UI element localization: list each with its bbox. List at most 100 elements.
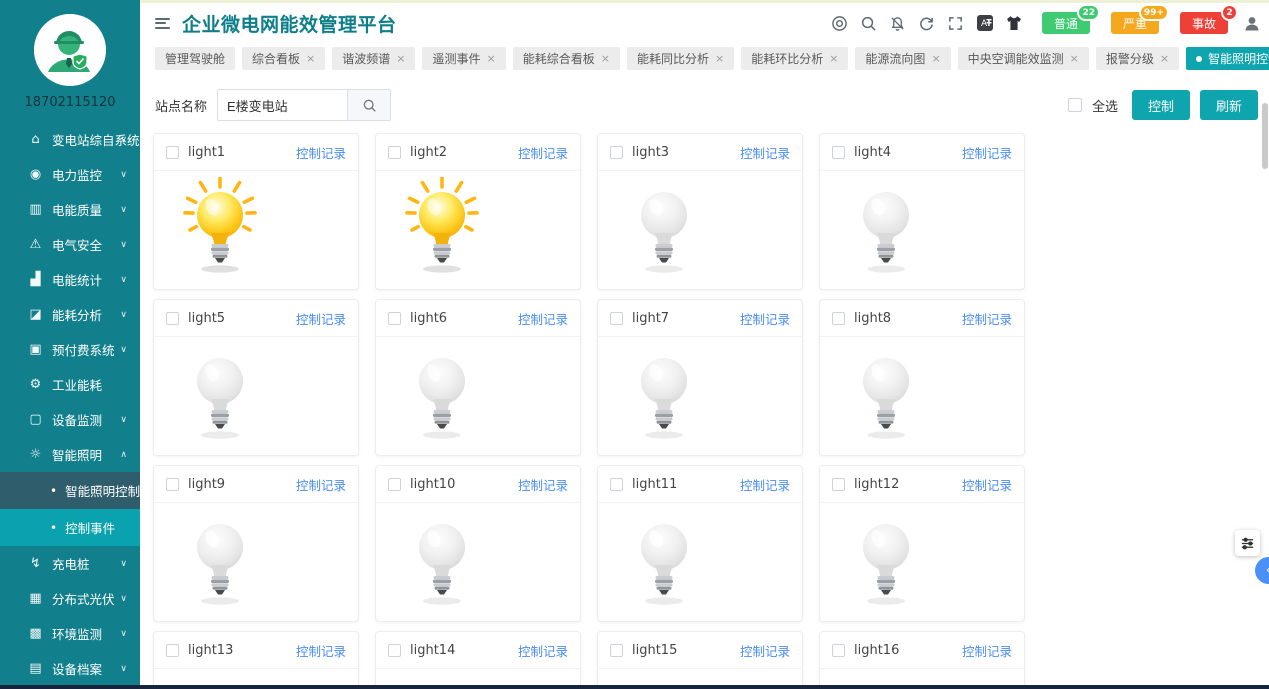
tab-综合看板[interactable]: 综合看板 × xyxy=(242,47,326,70)
sidebar-item-power-statistics[interactable]: ▟ 电能统计 ∨ xyxy=(0,262,140,297)
sidebar-item-industrial-energy[interactable]: ⚙ 工业能耗 xyxy=(0,367,140,402)
translate-icon[interactable]: A xyxy=(976,14,994,32)
select-all-checkbox[interactable] xyxy=(1067,98,1082,112)
light-card-header: light9 控制记录 xyxy=(154,466,358,503)
sidebar-item-electrical-safety[interactable]: ⚠ 电气安全 ∨ xyxy=(0,227,140,262)
control-record-link[interactable]: 控制记录 xyxy=(962,641,1012,660)
menu-collapse-icon[interactable] xyxy=(155,17,170,29)
sidebar-item-substation-system[interactable]: ⌂ 变电站综自系统 ∨ xyxy=(0,122,140,157)
light-checkbox[interactable] xyxy=(832,145,845,159)
tab-close-icon[interactable]: × xyxy=(1160,52,1169,65)
tab-谐波频谱[interactable]: 谐波频谱 × xyxy=(332,47,416,70)
control-record-link[interactable]: 控制记录 xyxy=(518,641,568,660)
control-record-link[interactable]: 控制记录 xyxy=(740,309,790,328)
tab-能源流向图[interactable]: 能源流向图 × xyxy=(855,47,951,70)
sidebar-item-energy-analysis[interactable]: ◪ 能耗分析 ∨ xyxy=(0,297,140,332)
light-checkbox[interactable] xyxy=(388,311,401,325)
sidebar-item-environment-monitor[interactable]: ▩ 环境监测 ∨ xyxy=(0,616,140,651)
light-card-header: light10 控制记录 xyxy=(376,466,580,503)
refresh-button[interactable]: 刷新 xyxy=(1199,90,1258,120)
control-record-link[interactable]: 控制记录 xyxy=(296,475,346,494)
light-checkbox[interactable] xyxy=(610,477,623,491)
sidebar-subitem-control-events[interactable]: • 控制事件 xyxy=(0,509,140,546)
search-icon[interactable] xyxy=(860,14,878,32)
chevron-down-icon: ∨ xyxy=(120,558,127,569)
light-checkbox[interactable] xyxy=(610,643,623,657)
tab-遥测事件[interactable]: 遥测事件 × xyxy=(422,47,506,70)
sidebar-item-smart-lighting[interactable]: ☼ 智能照明 ∧ xyxy=(0,437,140,472)
app-window: 18702115120 ⌂ 变电站综自系统 ∨ ◉ 电力监控 ∨ ▥ 电能质量 ∨ ⚠ 电气安全 ∨ ▟… xyxy=(0,0,1269,689)
site-search-button[interactable] xyxy=(347,89,392,121)
tab-能耗综合看板[interactable]: 能耗综合看板 × xyxy=(512,47,620,70)
user-profile-icon[interactable] xyxy=(1243,14,1261,32)
tab-能耗环比分析[interactable]: 能耗环比分析 × xyxy=(741,47,849,70)
tab-close-icon[interactable]: × xyxy=(715,52,724,65)
tab-close-icon[interactable]: × xyxy=(306,52,315,65)
sidebar-item-prepaid-system[interactable]: ▣ 预付费系统 ∨ xyxy=(0,332,140,367)
at-icon[interactable] xyxy=(831,14,849,32)
control-record-link[interactable]: 控制记录 xyxy=(296,641,346,660)
sidebar-item-device-monitor[interactable]: ▢ 设备监测 ∨ xyxy=(0,402,140,437)
light-checkbox[interactable] xyxy=(388,477,401,491)
select-all-label: 全选 xyxy=(1091,99,1118,115)
control-record-link[interactable]: 控制记录 xyxy=(962,475,1012,494)
refresh-icon[interactable] xyxy=(918,14,936,32)
control-record-link[interactable]: 控制记录 xyxy=(518,475,568,494)
tab-管理驾驶舱[interactable]: 管理驾驶舱 xyxy=(155,47,236,70)
light-checkbox[interactable] xyxy=(388,643,401,657)
tab-close-icon[interactable]: × xyxy=(931,52,940,65)
control-record-link[interactable]: 控制记录 xyxy=(740,475,790,494)
tab-报警分级[interactable]: 报警分级 × xyxy=(1095,47,1180,70)
filter-settings-widget[interactable] xyxy=(1235,530,1260,556)
light-checkbox[interactable] xyxy=(832,311,845,325)
control-record-link[interactable]: 控制记录 xyxy=(296,143,346,162)
tab-智能照明控制[interactable]: 智能照明控制× xyxy=(1186,47,1269,70)
control-record-link[interactable]: 控制记录 xyxy=(296,309,346,328)
alarm-level-serious-button[interactable]: 严重 99+ xyxy=(1110,4,1169,34)
chevron-up-icon: ∧ xyxy=(120,449,127,460)
tab-close-icon[interactable]: × xyxy=(487,52,496,65)
tab-close-icon[interactable]: × xyxy=(829,52,838,65)
control-button[interactable]: 控制 xyxy=(1131,90,1190,120)
light-checkbox[interactable] xyxy=(166,643,179,657)
alarm-level-normal-button[interactable]: 普通 22 xyxy=(1041,4,1100,34)
theme-shirt-icon[interactable] xyxy=(1005,14,1023,32)
tab-close-icon[interactable]: × xyxy=(396,52,405,65)
app-title: 企业微电网能效管理平台 xyxy=(182,13,397,36)
bulb-off-image xyxy=(598,171,802,289)
sidebar-item-power-monitor[interactable]: ◉ 电力监控 ∨ xyxy=(0,157,140,192)
chevron-down-icon: ∨ xyxy=(120,593,127,604)
light-checkbox[interactable] xyxy=(388,145,401,159)
control-record-link[interactable]: 控制记录 xyxy=(740,143,790,162)
env-icon: ▩ xyxy=(29,626,42,641)
vertical-scrollbar-thumb[interactable] xyxy=(1262,103,1268,169)
light-checkbox[interactable] xyxy=(610,311,623,325)
light-checkbox[interactable] xyxy=(166,311,179,325)
tab-close-icon[interactable]: × xyxy=(1070,52,1079,65)
sidebar-item-charging-pile[interactable]: ↯ 充电桩 ∨ xyxy=(0,546,140,581)
control-record-link[interactable]: 控制记录 xyxy=(962,309,1012,328)
bell-off-icon[interactable] xyxy=(889,14,907,32)
sidebar-item-device-archive[interactable]: ▤ 设备档案 ∨ xyxy=(0,651,140,686)
light-card-header: light2 控制记录 xyxy=(376,134,580,171)
control-record-link[interactable]: 控制记录 xyxy=(962,143,1012,162)
fullscreen-icon[interactable] xyxy=(947,14,965,32)
light-checkbox[interactable] xyxy=(832,643,845,657)
control-record-link[interactable]: 控制记录 xyxy=(740,641,790,660)
alarm-normal-count-badge: 22 xyxy=(1077,4,1100,21)
tab-close-icon[interactable]: × xyxy=(601,52,610,65)
tab-能耗同比分析[interactable]: 能耗同比分析 × xyxy=(626,47,735,70)
alarm-level-accident-button[interactable]: 事故 2 xyxy=(1179,4,1238,34)
sidebar-item-power-quality[interactable]: ▥ 电能质量 ∨ xyxy=(0,192,140,227)
light-checkbox[interactable] xyxy=(166,477,179,491)
control-record-link[interactable]: 控制记录 xyxy=(518,143,568,162)
control-record-link[interactable]: 控制记录 xyxy=(518,309,568,328)
sidebar-item-distributed-pv[interactable]: ▦ 分布式光伏 ∨ xyxy=(0,581,140,616)
light-checkbox[interactable] xyxy=(832,477,845,491)
light-checkbox[interactable] xyxy=(610,145,623,159)
sidebar-subitem-smart-lighting-control[interactable]: • 智能照明控制 xyxy=(0,472,140,509)
tab-中央空调能效监测[interactable]: 中央空调能效监测 × xyxy=(957,47,1089,70)
light-card-light1: light1 控制记录 xyxy=(153,133,359,290)
site-name-input[interactable] xyxy=(217,89,348,121)
light-checkbox[interactable] xyxy=(166,145,179,159)
